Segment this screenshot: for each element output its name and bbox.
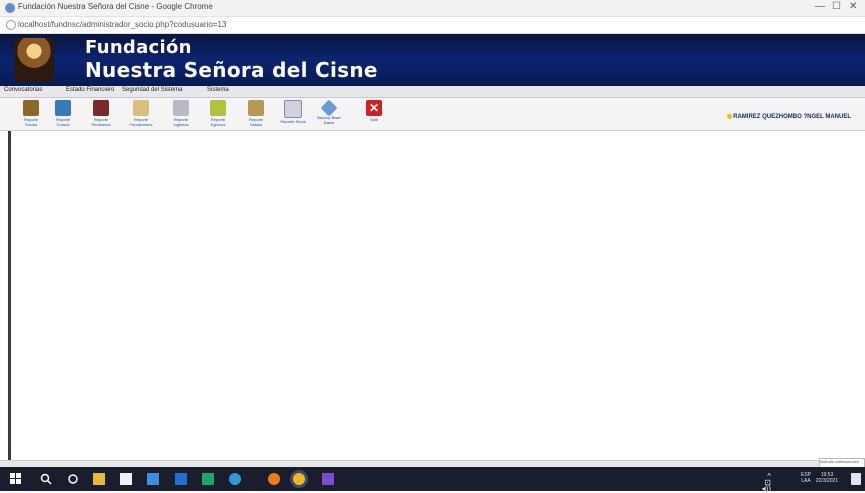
- clock[interactable]: 19:53 22/3/2021: [813, 472, 841, 484]
- reporte-egresos-button[interactable]: Reporte Egresos: [205, 100, 231, 127]
- logged-user: RAMIREZ QUEZHOMBO ?NGEL MANUEL: [727, 114, 851, 120]
- lang-layout: LAA: [801, 478, 811, 484]
- edge-icon[interactable]: [229, 473, 241, 485]
- backup-icon: [320, 99, 338, 117]
- task-view-icon[interactable]: [67, 473, 79, 485]
- mail-icon[interactable]: [147, 473, 159, 485]
- browser-titlebar: Fundación Nuestra Señora del Cisne - Goo…: [0, 0, 865, 17]
- reporte-socios-button[interactable]: Reporte Socios: [18, 100, 44, 127]
- store-icon[interactable]: [120, 473, 132, 485]
- reporte-stock-button[interactable]: Reporte Stock: [280, 100, 306, 124]
- balance-icon: [248, 100, 264, 116]
- expense-icon: [210, 100, 226, 116]
- reporte-reuniones-button[interactable]: Reporte Reuniones: [88, 100, 114, 127]
- chrome-icon: [5, 3, 15, 13]
- visual-studio-icon[interactable]: [322, 473, 334, 485]
- stock-icon: [284, 100, 302, 118]
- maximize-button[interactable]: ☐: [832, 1, 841, 12]
- tray-icons[interactable]: ^ ⊡ ◂)): [762, 473, 771, 493]
- document-icon: [133, 100, 149, 116]
- firefox-icon[interactable]: [268, 473, 280, 485]
- close-button[interactable]: ✕: [849, 1, 857, 12]
- excel-icon[interactable]: [202, 473, 214, 485]
- banner-title-line2: Nuestra Señora del Cisne: [85, 58, 378, 82]
- file-explorer-icon[interactable]: [93, 473, 105, 485]
- window-title: Fundación Nuestra Señora del Cisne - Goo…: [18, 2, 213, 11]
- chrome-icon[interactable]: [293, 473, 305, 485]
- menu-convocatorias[interactable]: Convocatorias: [4, 87, 42, 93]
- toolbar: Reporte Socios Reporte Cursos Reporte Re…: [0, 98, 865, 131]
- backup-base-datos-button[interactable]: Backup Base Datos: [316, 99, 342, 125]
- notification-center-icon[interactable]: [851, 473, 861, 485]
- language-indicator[interactable]: ESP LAA: [801, 472, 811, 484]
- main-content-area: [0, 131, 865, 460]
- users-icon: [23, 100, 39, 116]
- salir-button[interactable]: ✕ Salir: [361, 100, 387, 122]
- reporte-saldos-button[interactable]: Reporte Saldos: [243, 100, 269, 127]
- user-name: RAMIREZ QUEZHOMBO ?NGEL MANUEL: [733, 114, 851, 121]
- url-text[interactable]: localhost/fundnsc/administrador_socio.ph…: [18, 20, 226, 29]
- foundation-logo: [14, 38, 54, 82]
- horizontal-scrollbar[interactable]: [0, 460, 865, 467]
- exit-icon: ✕: [366, 100, 382, 116]
- income-icon: [173, 100, 189, 116]
- header-banner: Fundación Nuestra Señora del Cisne: [0, 34, 865, 86]
- info-icon[interactable]: [6, 20, 16, 30]
- clock-date: 22/3/2021: [815, 478, 839, 484]
- outlook-icon[interactable]: [175, 473, 187, 485]
- menu-seguridad-sistema[interactable]: Seguridad del Sistema: [122, 87, 182, 93]
- menu-sistema[interactable]: Sistema: [207, 87, 229, 93]
- search-icon[interactable]: [40, 473, 52, 485]
- windows-taskbar: ^ ⊡ ◂)) ESP LAA 19:53 22/3/2021: [0, 467, 865, 493]
- left-edge-bar: [8, 131, 11, 460]
- reporte-cursos-button[interactable]: Reporte Cursos: [50, 100, 76, 127]
- minimize-button[interactable]: —: [815, 1, 825, 12]
- course-icon: [55, 100, 71, 116]
- reporte-fundaciones-button[interactable]: Reporte Fundaciones: [128, 100, 154, 127]
- menu-estado-financiero[interactable]: Estado Financiero: [66, 87, 114, 93]
- reporte-ingresos-button[interactable]: Reporte Ingresos: [168, 100, 194, 127]
- menu-bar: Convocatorias Estado Financiero Segurida…: [0, 86, 865, 98]
- user-status-icon: [727, 114, 733, 119]
- address-bar[interactable]: localhost/fundnsc/administrador_socio.ph…: [0, 17, 865, 34]
- meeting-icon: [93, 100, 109, 116]
- banner-title-line1: Fundación: [85, 37, 192, 58]
- windows-start-icon[interactable]: [10, 473, 22, 485]
